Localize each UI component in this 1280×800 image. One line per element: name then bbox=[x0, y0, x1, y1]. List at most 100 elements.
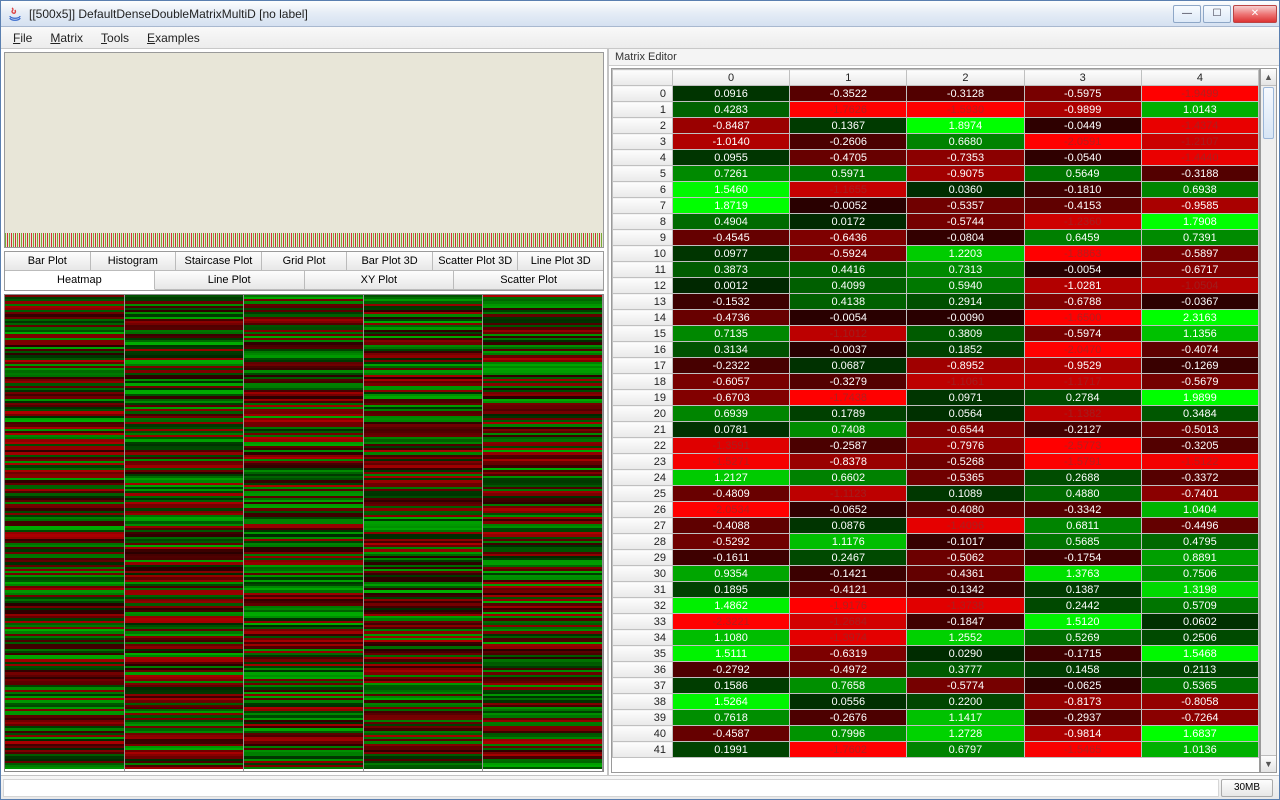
tab-heatmap[interactable]: Heatmap bbox=[5, 271, 155, 290]
row-header[interactable]: 32 bbox=[613, 598, 673, 614]
cell[interactable]: -1.5271 bbox=[673, 454, 790, 470]
cell[interactable]: 0.2784 bbox=[1024, 390, 1141, 406]
cell[interactable]: 0.2113 bbox=[1141, 662, 1258, 678]
cell[interactable]: 0.8891 bbox=[1141, 550, 1258, 566]
cell[interactable]: -0.1269 bbox=[1141, 358, 1258, 374]
cell[interactable]: 0.1991 bbox=[673, 742, 790, 758]
cell[interactable]: -0.5974 bbox=[1024, 326, 1141, 342]
cell[interactable]: -0.0054 bbox=[790, 310, 907, 326]
memory-button[interactable]: 30MB bbox=[1221, 779, 1273, 797]
cell[interactable]: 0.1458 bbox=[1024, 662, 1141, 678]
cell[interactable]: -0.1810 bbox=[1024, 182, 1141, 198]
cell[interactable]: -0.5062 bbox=[907, 550, 1024, 566]
cell[interactable]: 0.5365 bbox=[1141, 678, 1258, 694]
cell[interactable]: -0.4545 bbox=[673, 230, 790, 246]
row-header[interactable]: 28 bbox=[613, 534, 673, 550]
row-header[interactable]: 4 bbox=[613, 150, 673, 166]
row-header[interactable]: 13 bbox=[613, 294, 673, 310]
row-header[interactable]: 31 bbox=[613, 582, 673, 598]
row-header[interactable]: 15 bbox=[613, 326, 673, 342]
cell[interactable]: 0.7506 bbox=[1141, 566, 1258, 582]
cell[interactable]: 0.4904 bbox=[673, 214, 790, 230]
cell[interactable]: 1.2203 bbox=[907, 246, 1024, 262]
row-header[interactable]: 11 bbox=[613, 262, 673, 278]
row-header[interactable]: 10 bbox=[613, 246, 673, 262]
row-header[interactable]: 0 bbox=[613, 86, 673, 102]
cell[interactable]: 0.7408 bbox=[790, 422, 907, 438]
cell[interactable]: 0.0360 bbox=[907, 182, 1024, 198]
cell[interactable]: -0.3188 bbox=[1141, 166, 1258, 182]
cell[interactable]: 0.5649 bbox=[1024, 166, 1141, 182]
tab-xyplot[interactable]: XY Plot bbox=[305, 271, 455, 290]
cell[interactable]: -1.5465 bbox=[1024, 742, 1141, 758]
cell[interactable]: -0.1342 bbox=[907, 582, 1024, 598]
cell[interactable]: 1.2728 bbox=[907, 726, 1024, 742]
cell[interactable]: 0.0781 bbox=[673, 422, 790, 438]
cell[interactable]: 0.1089 bbox=[907, 486, 1024, 502]
cell[interactable]: -0.4587 bbox=[673, 726, 790, 742]
cell[interactable]: 0.5269 bbox=[1024, 630, 1141, 646]
cell[interactable]: -1.5930 bbox=[907, 102, 1024, 118]
cell[interactable]: 0.0971 bbox=[907, 390, 1024, 406]
row-header[interactable]: 38 bbox=[613, 694, 673, 710]
cell[interactable]: 0.2688 bbox=[1024, 470, 1141, 486]
cell[interactable]: -0.7264 bbox=[1141, 710, 1258, 726]
overview-plot[interactable] bbox=[4, 52, 604, 248]
cell[interactable]: -0.4088 bbox=[673, 518, 790, 534]
cell[interactable]: 0.0556 bbox=[790, 694, 907, 710]
cell[interactable]: -0.0652 bbox=[790, 502, 907, 518]
row-header[interactable]: 7 bbox=[613, 198, 673, 214]
row-header[interactable]: 18 bbox=[613, 374, 673, 390]
scroll-up-icon[interactable]: ▲ bbox=[1261, 69, 1276, 86]
cell[interactable]: -0.8378 bbox=[790, 454, 907, 470]
cell[interactable]: 0.1895 bbox=[673, 582, 790, 598]
cell[interactable]: -0.8952 bbox=[907, 358, 1024, 374]
matrix-grid[interactable]: 0123400.0916-0.3522-0.3128-0.5975-1.9499… bbox=[611, 68, 1260, 773]
cell[interactable]: -1.7626 bbox=[790, 102, 907, 118]
row-header[interactable]: 40 bbox=[613, 726, 673, 742]
cell[interactable]: 0.5971 bbox=[790, 166, 907, 182]
cell[interactable]: 1.7908 bbox=[1141, 214, 1258, 230]
cell[interactable]: -0.9529 bbox=[1024, 358, 1141, 374]
cell[interactable]: -0.6057 bbox=[673, 374, 790, 390]
row-header[interactable]: 2 bbox=[613, 118, 673, 134]
col-header-1[interactable]: 1 bbox=[790, 70, 907, 86]
cell[interactable]: -0.6703 bbox=[673, 390, 790, 406]
cell[interactable]: -1.5122 bbox=[1141, 454, 1258, 470]
cell[interactable]: -0.1847 bbox=[907, 614, 1024, 630]
cell[interactable]: -1.8863 bbox=[1024, 246, 1141, 262]
cell[interactable]: 0.6938 bbox=[1141, 182, 1258, 198]
col-header-2[interactable]: 2 bbox=[907, 70, 1024, 86]
cell[interactable]: 0.4795 bbox=[1141, 534, 1258, 550]
cell[interactable]: -0.5292 bbox=[673, 534, 790, 550]
cell[interactable]: -0.4074 bbox=[1141, 342, 1258, 358]
cell[interactable]: -0.5774 bbox=[907, 678, 1024, 694]
scroll-down-icon[interactable]: ▼ bbox=[1261, 755, 1276, 772]
cell[interactable]: -2.3221 bbox=[673, 614, 790, 630]
row-header[interactable]: 23 bbox=[613, 454, 673, 470]
cell[interactable]: -0.0625 bbox=[1024, 678, 1141, 694]
row-header[interactable]: 29 bbox=[613, 550, 673, 566]
cell[interactable]: 0.2467 bbox=[790, 550, 907, 566]
row-header[interactable]: 19 bbox=[613, 390, 673, 406]
cell[interactable]: -0.9899 bbox=[1024, 102, 1141, 118]
row-header[interactable]: 27 bbox=[613, 518, 673, 534]
cell[interactable]: 0.4880 bbox=[1024, 486, 1141, 502]
cell[interactable]: -0.8487 bbox=[673, 118, 790, 134]
cell[interactable]: -0.0449 bbox=[1024, 118, 1141, 134]
cell[interactable]: -0.8058 bbox=[1141, 694, 1258, 710]
cell[interactable]: -1.7438 bbox=[790, 390, 907, 406]
row-header[interactable]: 37 bbox=[613, 678, 673, 694]
row-header[interactable]: 3 bbox=[613, 134, 673, 150]
cell[interactable]: 0.0012 bbox=[673, 278, 790, 294]
tab-barplot3d[interactable]: Bar Plot 3D bbox=[347, 252, 433, 271]
cell[interactable]: 0.3484 bbox=[1141, 406, 1258, 422]
cell[interactable]: -0.6544 bbox=[907, 422, 1024, 438]
cell[interactable]: 0.7135 bbox=[673, 326, 790, 342]
tab-lineplot[interactable]: Line Plot bbox=[155, 271, 305, 290]
cell[interactable]: -1.0504 bbox=[1141, 278, 1258, 294]
cell[interactable]: 0.0876 bbox=[790, 518, 907, 534]
cell[interactable]: -0.5013 bbox=[1141, 422, 1258, 438]
cell[interactable]: -0.0054 bbox=[1024, 262, 1141, 278]
cell[interactable]: 1.4862 bbox=[673, 598, 790, 614]
